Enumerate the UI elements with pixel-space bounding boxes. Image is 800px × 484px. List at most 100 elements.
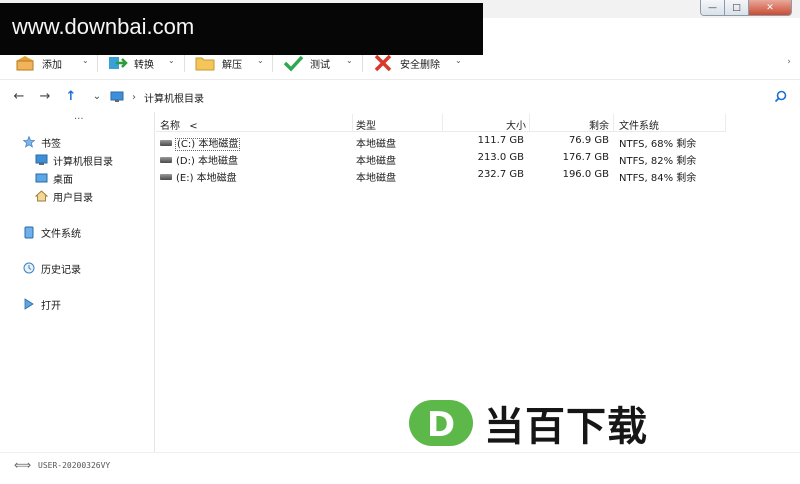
sidebar-item-history[interactable]: 历史记录 bbox=[22, 260, 81, 276]
sidebar-item-open[interactable]: 打开 bbox=[22, 296, 61, 312]
search-icon[interactable] bbox=[772, 88, 788, 104]
computer-icon bbox=[34, 154, 48, 166]
column-divider[interactable] bbox=[352, 114, 353, 132]
address-bar-row: ← → ↑ ⌄ › 计算机根目录 bbox=[0, 82, 800, 110]
up-arrow-icon[interactable]: ↑ bbox=[63, 88, 79, 104]
maximize-button[interactable]: □ bbox=[725, 0, 749, 15]
split-resize-icon[interactable]: ⟺ bbox=[14, 458, 31, 472]
table-row[interactable]: (E:) 本地磁盘 本地磁盘 232.7 GB 196.0 GB NTFS, 8… bbox=[156, 167, 726, 184]
sidebar-item-label: 计算机根目录 bbox=[53, 156, 113, 168]
convert-button[interactable]: 转换 bbox=[106, 52, 154, 74]
computer-icon bbox=[110, 91, 124, 103]
sidebar-item-desktop[interactable]: 桌面 bbox=[34, 170, 73, 186]
add-button[interactable]: 添加 bbox=[14, 52, 62, 74]
secure-delete-dropdown-chevron-icon[interactable]: ⌄ bbox=[455, 56, 462, 65]
drive-name: (D:) 本地磁盘 bbox=[176, 156, 239, 167]
star-icon bbox=[22, 136, 36, 148]
status-bar: ⟺ USER-20200326VY bbox=[0, 452, 800, 484]
extract-button[interactable]: 解压 bbox=[194, 52, 242, 74]
delete-x-icon bbox=[372, 53, 394, 73]
extract-dropdown-chevron-icon[interactable]: ⌄ bbox=[257, 56, 264, 65]
breadcrumb-current[interactable]: 计算机根目录 bbox=[144, 90, 204, 105]
table-row[interactable]: (D:) 本地磁盘 本地磁盘 213.0 GB 176.7 GB NTFS, 8… bbox=[156, 150, 726, 167]
hard-drive-icon bbox=[160, 174, 172, 180]
column-header-fs[interactable]: 文件系统 bbox=[619, 117, 659, 132]
drive-fs-cell: NTFS, 84% 剩余 bbox=[619, 173, 697, 184]
home-icon bbox=[34, 190, 48, 202]
file-system-icon bbox=[22, 226, 36, 238]
sidebar-item-user-dir[interactable]: 用户目录 bbox=[34, 188, 93, 204]
drive-name: (E:) 本地磁盘 bbox=[176, 173, 237, 184]
sidebar-item-bookmarks[interactable]: 书签 bbox=[22, 134, 61, 150]
drive-size-cell: 232.7 GB bbox=[477, 169, 524, 180]
drive-name-cell: (D:) 本地磁盘 bbox=[160, 152, 238, 167]
sidebar-more-icon[interactable]: ··· bbox=[74, 114, 84, 125]
column-header-type[interactable]: 类型 bbox=[356, 117, 376, 132]
test-label: 测试 bbox=[310, 59, 330, 71]
checkmark-icon bbox=[282, 53, 304, 73]
window-controls: — □ ✕ bbox=[700, 0, 792, 16]
svg-text:D: D bbox=[427, 405, 455, 445]
sidebar-item-label: 打开 bbox=[41, 300, 61, 312]
column-header-free[interactable]: 剩余 bbox=[529, 117, 609, 132]
hard-drive-icon bbox=[160, 157, 172, 163]
clock-icon bbox=[22, 262, 36, 274]
computer-name-text: USER-20200326VY bbox=[38, 461, 111, 470]
column-header-name-label: 名称 bbox=[160, 121, 180, 132]
drive-size-cell: 213.0 GB bbox=[477, 152, 524, 163]
play-triangle-icon bbox=[22, 298, 36, 310]
toolbar-divider bbox=[362, 52, 363, 72]
toolbar-divider bbox=[97, 52, 98, 72]
column-header-row: 名称 < 类型 大小 剩余 文件系统 bbox=[156, 114, 726, 132]
table-row[interactable]: (C:) 本地磁盘 本地磁盘 111.7 GB 76.9 GB NTFS, 68… bbox=[156, 133, 726, 151]
brand-text: 当百下载 bbox=[484, 404, 648, 450]
drive-size-cell: 111.7 GB bbox=[477, 135, 524, 146]
close-button[interactable]: ✕ bbox=[749, 0, 791, 15]
convert-icon bbox=[106, 53, 128, 73]
add-label: 添加 bbox=[42, 59, 62, 71]
drive-name-cell: (C:) 本地磁盘 bbox=[160, 135, 241, 151]
add-dropdown-chevron-icon[interactable]: ⌄ bbox=[82, 56, 89, 65]
folder-extract-icon bbox=[194, 53, 216, 73]
sidebar: ··· 书签 计算机根目录 桌面 用户目录 文件系统 历史记录 打开 bbox=[0, 112, 155, 452]
column-divider[interactable] bbox=[725, 114, 726, 132]
drive-free-cell: 76.9 GB bbox=[568, 135, 609, 146]
sidebar-item-label: 桌面 bbox=[53, 174, 73, 186]
sidebar-item-file-system[interactable]: 文件系统 bbox=[22, 224, 81, 240]
sidebar-item-label: 书签 bbox=[41, 138, 61, 150]
sidebar-item-label: 文件系统 bbox=[41, 228, 81, 240]
secure-delete-label: 安全删除 bbox=[400, 59, 440, 71]
toolbar-divider bbox=[272, 52, 273, 72]
column-divider[interactable] bbox=[613, 114, 614, 132]
sidebar-item-label: 历史记录 bbox=[41, 264, 81, 276]
sort-indicator-icon: < bbox=[189, 121, 198, 132]
drive-type-cell: 本地磁盘 bbox=[356, 156, 396, 167]
toolbar-divider bbox=[184, 52, 185, 72]
convert-label: 转换 bbox=[134, 59, 154, 71]
column-header-name[interactable]: 名称 < bbox=[160, 117, 198, 132]
toolbar-scroll-right-icon[interactable]: › bbox=[782, 44, 796, 80]
back-arrow-icon[interactable]: ← bbox=[11, 88, 27, 104]
test-button[interactable]: 测试 bbox=[282, 52, 330, 74]
hard-drive-icon bbox=[160, 140, 172, 146]
sidebar-item-label: 用户目录 bbox=[53, 192, 93, 204]
drive-free-cell: 176.7 GB bbox=[562, 152, 609, 163]
convert-dropdown-chevron-icon[interactable]: ⌄ bbox=[168, 56, 175, 65]
forward-arrow-icon[interactable]: → bbox=[37, 88, 53, 104]
test-dropdown-chevron-icon[interactable]: ⌄ bbox=[346, 56, 353, 65]
desktop-icon bbox=[34, 172, 48, 184]
brand-logo-icon: D bbox=[409, 400, 473, 446]
history-dropdown-chevron-icon[interactable]: ⌄ bbox=[89, 88, 105, 104]
secure-delete-button[interactable]: 安全删除 bbox=[372, 52, 440, 74]
drive-name-cell: (E:) 本地磁盘 bbox=[160, 169, 237, 184]
drive-fs-cell: NTFS, 82% 剩余 bbox=[619, 156, 697, 167]
drive-name: (C:) 本地磁盘 bbox=[174, 138, 241, 151]
drive-free-cell: 196.0 GB bbox=[562, 169, 609, 180]
column-header-size[interactable]: 大小 bbox=[442, 117, 526, 132]
brand-watermark: D 当百下载 bbox=[408, 397, 648, 450]
minimize-button[interactable]: — bbox=[701, 0, 725, 15]
watermark-banner: www.downbai.com bbox=[0, 3, 483, 55]
sidebar-item-computer-root[interactable]: 计算机根目录 bbox=[34, 152, 113, 168]
address-box[interactable]: › 计算机根目录 bbox=[110, 88, 770, 106]
drive-type-cell: 本地磁盘 bbox=[356, 139, 396, 150]
